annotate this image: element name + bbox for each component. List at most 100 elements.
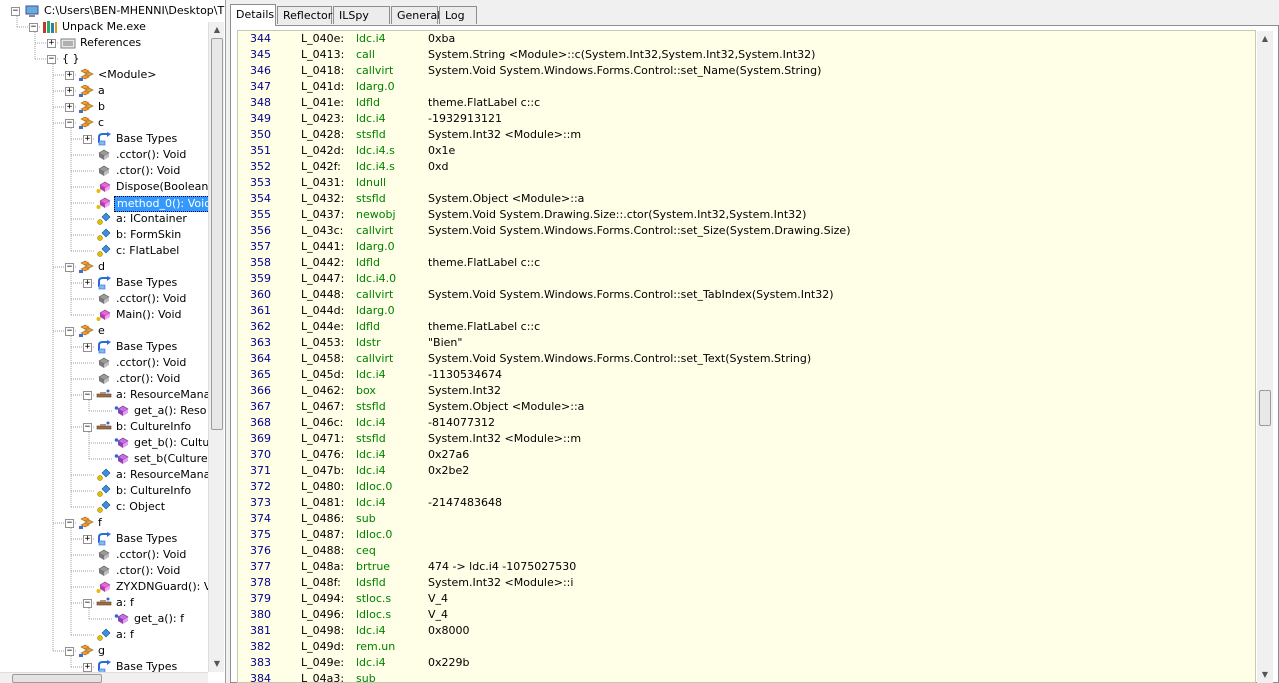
il-code-row[interactable]: 380 L_0496: ldloc.s V_4 <box>238 607 1255 623</box>
expand-icon[interactable]: + <box>65 103 74 112</box>
tree-node[interactable]: .cctor(): Void <box>0 147 208 163</box>
tree-node[interactable]: .ctor(): Void <box>0 371 208 387</box>
scroll-up-arrow-icon[interactable]: ▲ <box>1257 31 1273 47</box>
code-scroll-thumb[interactable] <box>1259 390 1271 426</box>
tab-ilspy[interactable]: ILSpy 2.1 <box>333 6 390 39</box>
il-code-row[interactable]: 359 L_0447: ldc.i4.0 <box>238 271 1255 287</box>
collapse-icon[interactable]: − <box>65 519 74 528</box>
tree-horizontal-scrollbar[interactable] <box>0 672 208 683</box>
tree-node[interactable]: + Base Types <box>0 131 208 147</box>
il-code-row[interactable]: 349 L_0423: ldc.i4 -1932913121 <box>238 111 1255 127</box>
il-code-row[interactable]: 374 L_0486: sub <box>238 511 1255 527</box>
il-code-row[interactable]: 345 L_0413: call System.String <Module>::c(… <box>238 47 1255 63</box>
tab-log[interactable]: Log <box>439 6 477 24</box>
tree-node[interactable]: − g <box>0 643 208 659</box>
tree-node[interactable]: method_0(): Void <box>0 195 215 212</box>
il-code-row[interactable]: 355 L_0437: newobj System.Void System.Drawi… <box>238 207 1255 223</box>
il-code-row[interactable]: 350 L_0428: stsfld System.Int32 <Module>::m <box>238 127 1255 143</box>
scroll-down-arrow-icon[interactable]: ▼ <box>209 656 225 672</box>
tree-node[interactable]: b: CultureInfo <box>0 483 208 499</box>
tree-node[interactable]: − d <box>0 259 208 275</box>
tree-node[interactable]: + Base Types <box>0 531 208 547</box>
il-code-row[interactable]: 362 L_044e: ldfld theme.FlatLabel c::c <box>238 319 1255 335</box>
assembly-tree-panel[interactable]: − C:\Users\BEN-MHENNI\Desktop\T − Unpack Me… <box>0 0 226 683</box>
il-code-row[interactable]: 370 L_0476: ldc.i4 0x27a6 <box>238 447 1255 463</box>
il-code-row[interactable]: 364 L_0458: callvirt System.Void System.Win… <box>238 351 1255 367</box>
tree-node[interactable]: − C:\Users\BEN-MHENNI\Desktop\T <box>0 3 224 19</box>
il-code-row[interactable]: 382 L_049d: rem.un <box>238 639 1255 655</box>
tree-node[interactable]: b: FormSkin <box>0 227 208 243</box>
il-code-row[interactable]: 381 L_0498: ldc.i4 0x8000 <box>238 623 1255 639</box>
il-code-row[interactable]: 351 L_042d: ldc.i4.s 0x1e <box>238 143 1255 159</box>
tree-hscroll-thumb[interactable] <box>12 674 102 683</box>
il-code-row[interactable]: 372 L_0480: ldloc.0 <box>238 479 1255 495</box>
il-code-row[interactable]: 369 L_0471: stsfld System.Int32 <Module>::m <box>238 431 1255 447</box>
tree-node[interactable]: + Base Types <box>0 275 208 291</box>
tree-node[interactable]: + <Module> <box>0 67 208 83</box>
il-code-row[interactable]: 376 L_0488: ceq <box>238 543 1255 559</box>
il-code-row[interactable]: 366 L_0462: box System.Int32 <box>238 383 1255 399</box>
il-code-row[interactable]: 344 L_040e: ldc.i4 0xba <box>238 31 1255 47</box>
il-code-row[interactable]: 346 L_0418: callvirt System.Void System.Win… <box>238 63 1255 79</box>
il-code-row[interactable]: 363 L_0453: ldstr "Bien" <box>238 335 1255 351</box>
tree-node[interactable]: .ctor(): Void <box>0 563 208 579</box>
collapse-icon[interactable]: − <box>83 423 92 432</box>
il-code-row[interactable]: 354 L_0432: stsfld System.Object <Module>::… <box>238 191 1255 207</box>
tree-node[interactable]: c: FlatLabel <box>0 243 208 259</box>
tree-node[interactable]: set_b(Culture <box>0 451 208 467</box>
tree-node[interactable]: c: Object <box>0 499 208 515</box>
il-code-row[interactable]: 357 L_0441: ldarg.0 <box>238 239 1255 255</box>
collapse-icon[interactable]: − <box>83 599 92 608</box>
tree-node[interactable]: ZYXDNGuard(): Vo <box>0 579 217 595</box>
il-code-row[interactable]: 356 L_043c: callvirt System.Void System.Win… <box>238 223 1255 239</box>
collapse-icon[interactable]: − <box>11 7 20 16</box>
expand-icon[interactable]: + <box>47 39 56 48</box>
tree-node[interactable]: a: ResourceManag <box>0 467 217 483</box>
il-code-row[interactable]: 375 L_0487: ldloc.0 <box>238 527 1255 543</box>
il-code-row[interactable]: 379 L_0494: stloc.s V_4 <box>238 591 1255 607</box>
tree-node[interactable]: − b: CultureInfo <box>0 419 208 435</box>
tree-node[interactable]: − a: ResourceManag <box>0 387 217 403</box>
tab-general[interactable]: General <box>391 6 440 24</box>
il-code-row[interactable]: 377 L_048a: brtrue 474 -> ldc.i4 -107502753… <box>238 559 1255 575</box>
expand-icon[interactable]: + <box>83 279 92 288</box>
il-code-row[interactable]: 361 L_044d: ldarg.0 <box>238 303 1255 319</box>
il-code-row[interactable]: 352 L_042f: ldc.i4.s 0xd <box>238 159 1255 175</box>
il-code-row[interactable]: 368 L_046c: ldc.i4 -814077312 <box>238 415 1255 431</box>
scroll-down-arrow-icon[interactable]: ▼ <box>1257 667 1273 683</box>
tree-node[interactable]: + b <box>0 99 208 115</box>
code-vertical-scrollbar[interactable]: ▲ ▼ <box>1257 31 1273 683</box>
tab-details[interactable]: Details <box>230 4 276 26</box>
tree-node[interactable]: .cctor(): Void <box>0 291 208 307</box>
tree-node[interactable]: get_a(): f <box>0 611 208 627</box>
expand-icon[interactable]: + <box>83 535 92 544</box>
expand-icon[interactable]: + <box>83 343 92 352</box>
tree-node[interactable]: − a: f <box>0 595 208 611</box>
tree-node[interactable]: − Unpack Me.exe <box>0 19 208 35</box>
tab-reflector[interactable]: Reflector <box>277 6 332 24</box>
tree-node[interactable]: + Base Types <box>0 339 208 355</box>
tree-node[interactable]: a: f <box>0 627 208 643</box>
expand-icon[interactable]: + <box>83 663 92 672</box>
tree-node[interactable]: Dispose(Boolean): <box>0 179 216 195</box>
il-code-row[interactable]: 358 L_0442: ldfld theme.FlatLabel c::c <box>238 255 1255 271</box>
tree-node[interactable]: .cctor(): Void <box>0 355 208 371</box>
expand-icon[interactable]: + <box>83 135 92 144</box>
tree-node[interactable]: − c <box>0 115 208 131</box>
il-code-row[interactable]: 347 L_041d: ldarg.0 <box>238 79 1255 95</box>
tree-node[interactable]: −{ } <box>0 51 208 67</box>
il-code-row[interactable]: 360 L_0448: callvirt System.Void System.Win… <box>238 287 1255 303</box>
tree-node[interactable]: Main(): Void <box>0 307 208 323</box>
collapse-icon[interactable]: − <box>29 23 38 32</box>
il-code-row[interactable]: 378 L_048f: ldsfld System.Int32 <Module>::i <box>238 575 1255 591</box>
tree-node[interactable]: − e <box>0 323 208 339</box>
il-code-row[interactable]: 348 L_041e: ldfld theme.FlatLabel c::c <box>238 95 1255 111</box>
il-code-row[interactable]: 353 L_0431: ldnull <box>238 175 1255 191</box>
tree-node[interactable]: get_a(): Reso <box>0 403 208 419</box>
tree-node[interactable]: a: IContainer <box>0 211 208 227</box>
scroll-up-arrow-icon[interactable]: ▲ <box>209 22 225 38</box>
collapse-icon[interactable]: − <box>65 119 74 128</box>
il-code-view[interactable]: 344 L_040e: ldc.i4 0xba 345 L_0413: call System… <box>237 30 1256 683</box>
tree-node[interactable]: + References <box>0 35 208 51</box>
collapse-icon[interactable]: − <box>83 391 92 400</box>
